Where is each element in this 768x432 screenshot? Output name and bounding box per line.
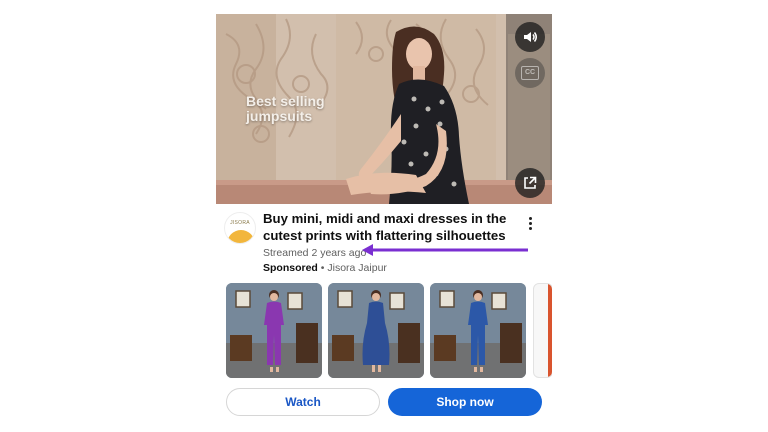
volume-button[interactable] [515,22,545,52]
shop-now-button[interactable]: Shop now [388,388,542,416]
product-card-edge [548,284,552,377]
product-image [328,283,424,378]
sponsored-label: Sponsored [263,262,318,274]
streamed-time: Streamed 2 years ago [263,247,367,259]
product-card[interactable] [430,283,526,378]
more-options-dot [528,226,532,230]
closed-captions-button[interactable]: CC [515,58,545,88]
product-carousel[interactable] [226,283,552,378]
advertiser-name[interactable]: Jisora Jaipur [327,262,387,274]
watch-button[interactable]: Watch [226,388,380,416]
more-options-icon [528,216,532,220]
video-overlay-text: Best selling jumpsuits [246,93,325,124]
closed-captions-icon: CC [521,66,539,80]
annotation-arrow-icon [362,244,528,256]
more-options-dot [528,221,532,225]
video-player[interactable]: Best selling jumpsuits CC [216,14,552,204]
volume-icon [524,32,537,42]
product-card[interactable] [226,283,322,378]
ad-card: Best selling jumpsuits CC JISORA Buy min… [0,0,768,432]
more-options-button[interactable] [522,213,538,233]
ad-title[interactable]: Buy mini, midi and maxi dresses in the c… [263,211,513,244]
product-image [226,283,322,378]
channel-logo-sun [227,230,255,243]
channel-avatar[interactable]: JISORA [224,212,256,244]
channel-logo-text: JISORA [230,220,250,226]
open-external-icon [524,176,537,189]
product-image [430,283,526,378]
product-card[interactable] [328,283,424,378]
sponsor-row: Sponsored • Jisora Jaipur [263,262,387,274]
separator-dot: • [320,262,325,274]
open-external-button[interactable] [515,168,545,198]
product-card-partial[interactable] [533,283,552,378]
